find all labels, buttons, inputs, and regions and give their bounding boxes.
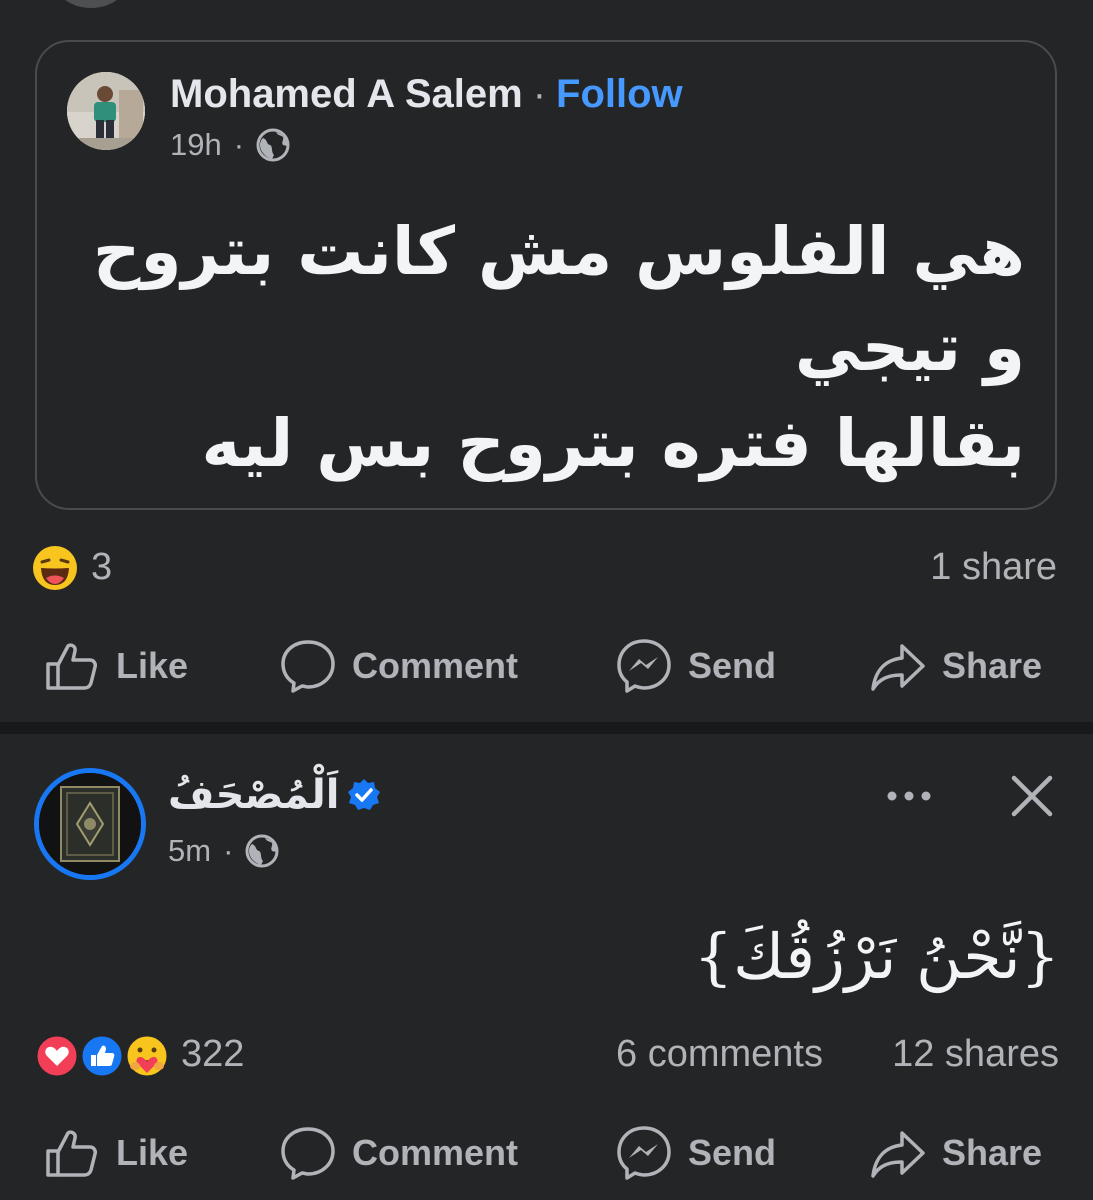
post-time[interactable]: 19h	[170, 127, 222, 163]
meta-separator: ·	[233, 127, 245, 162]
share-label: Share	[942, 645, 1043, 686]
previous-post-avatar-edge	[52, 0, 130, 8]
page-avatar[interactable]	[34, 768, 146, 880]
reaction-count[interactable]: 322	[181, 1033, 244, 1076]
avatar[interactable]	[67, 72, 145, 150]
messenger-icon	[617, 1126, 671, 1180]
comment-label: Comment	[352, 645, 519, 686]
comment-label: Comment	[352, 1132, 519, 1173]
thumbs-up-icon	[46, 1130, 97, 1177]
send-button[interactable]: Send	[616, 1125, 776, 1181]
more-options-icon[interactable]	[884, 778, 934, 814]
like-icon	[79, 1033, 125, 1079]
shares-count[interactable]: 1 share	[930, 546, 1057, 589]
page-name-line: اَلْمُصْحَفُ	[168, 772, 381, 818]
post-time[interactable]: 5m	[168, 833, 211, 869]
post-text-line-1: هي الفلوس مش كانت بتروح و تيجي	[92, 213, 1025, 386]
comment-button[interactable]: Comment	[280, 1125, 518, 1181]
globe-icon	[245, 834, 279, 868]
share-arrow-icon	[871, 644, 925, 691]
like-label: Like	[116, 645, 189, 686]
comment-bubble-icon	[281, 640, 335, 693]
share-button[interactable]: Share	[870, 638, 1042, 694]
post-meta: 5m ·	[168, 833, 279, 869]
like-label: Like	[116, 1132, 189, 1173]
author-name[interactable]: Mohamed A Salem	[170, 72, 523, 116]
reaction-count[interactable]: 3	[91, 546, 112, 589]
shares-count[interactable]: 12 shares	[892, 1033, 1059, 1076]
comment-button[interactable]: Comment	[280, 638, 518, 694]
globe-icon	[256, 128, 290, 162]
quran-cover-icon	[39, 773, 141, 875]
share-label: Share	[942, 1132, 1043, 1173]
post-meta: 19h ·	[170, 127, 290, 163]
post-divider	[0, 722, 1093, 734]
care-icon	[124, 1033, 170, 1079]
post-text: هي الفلوس مش كانت بتروح و تيجي بقالها فت…	[70, 204, 1025, 492]
send-label: Send	[688, 1132, 777, 1173]
share-button[interactable]: Share	[870, 1125, 1042, 1181]
post-author-line: Mohamed A Salem · Follow	[170, 72, 683, 117]
comments-count[interactable]: 6 comments	[616, 1033, 823, 1076]
post-text-line-2: بقالها فتره بتروح بس ليه	[201, 405, 1026, 482]
like-button[interactable]: Like	[44, 1125, 188, 1181]
meta-separator: ·	[223, 833, 234, 868]
verified-badge-icon	[348, 779, 381, 810]
name-separator: ·	[532, 72, 547, 116]
close-icon[interactable]	[1008, 772, 1056, 820]
love-icon	[34, 1033, 80, 1079]
thumbs-up-icon	[46, 643, 97, 690]
post-text: {نَّحْنُ نَرْزُقُكَ}	[693, 920, 1060, 993]
reaction-icons[interactable]	[34, 1033, 174, 1079]
messenger-icon	[617, 639, 671, 693]
like-button[interactable]: Like	[44, 638, 188, 694]
send-label: Send	[688, 645, 777, 686]
author-photo-icon	[67, 72, 145, 150]
send-button[interactable]: Send	[616, 638, 776, 694]
page-name[interactable]: اَلْمُصْحَفُ	[168, 772, 339, 818]
comment-bubble-icon	[281, 1127, 335, 1180]
share-arrow-icon	[871, 1131, 925, 1178]
follow-button[interactable]: Follow	[556, 72, 683, 116]
haha-emoji-icon[interactable]	[32, 545, 78, 591]
